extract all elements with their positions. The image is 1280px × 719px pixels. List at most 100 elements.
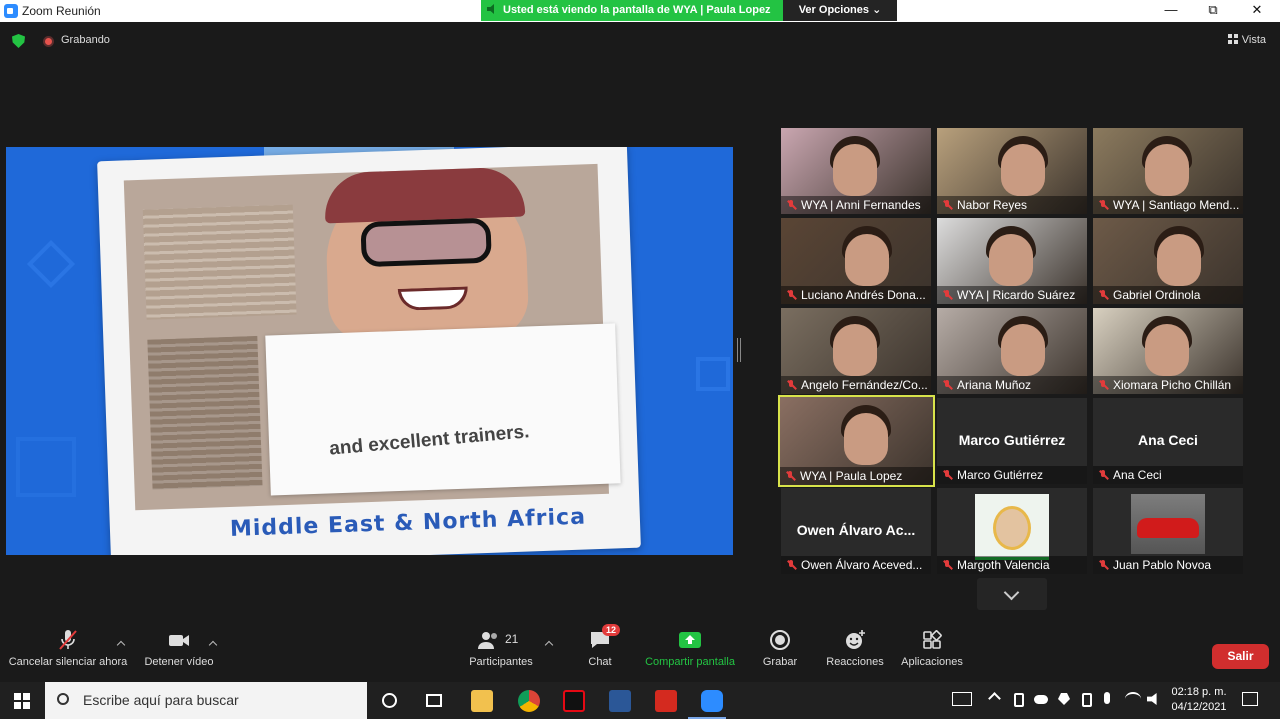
- participant-tile[interactable]: WYA | Anni Fernandes: [781, 128, 931, 214]
- window-shutter: [147, 335, 263, 490]
- participant-name: Juan Pablo Novoa: [1093, 556, 1243, 574]
- view-button[interactable]: Vista: [1227, 34, 1266, 46]
- participant-display-name: Ana Ceci: [1138, 432, 1198, 448]
- participant-tile[interactable]: Juan Pablo Novoa: [1093, 488, 1243, 574]
- beanie-hat: [323, 166, 526, 224]
- leave-button[interactable]: Salir: [1212, 644, 1269, 669]
- participant-name: WYA | Ricardo Suárez: [937, 286, 1087, 304]
- grid-icon: [1227, 34, 1238, 44]
- video-camera-icon: [169, 635, 189, 646]
- chat-label: Chat: [588, 656, 612, 668]
- netflix-icon[interactable]: [563, 690, 585, 712]
- share-screen-button[interactable]: Compartir pantalla: [643, 628, 737, 668]
- participant-face: [1145, 144, 1189, 196]
- shared-screen: and excellent trainers. Middle East & No…: [6, 147, 733, 555]
- close-window-button[interactable]: ✕: [1247, 2, 1267, 18]
- windows-taskbar: Escribe aquí para buscar 02:18 p. m. 04/…: [0, 682, 1280, 719]
- participant-name: Margoth Valencia: [937, 556, 1087, 574]
- avatar-face: [993, 506, 1031, 550]
- clock-time: 02:18 p. m.: [1171, 686, 1227, 698]
- windows-start-icon[interactable]: [14, 693, 30, 709]
- photo-frame: and excellent trainers. Middle East & No…: [97, 147, 641, 555]
- participant-name: Luciano Andrés Dona...: [781, 286, 931, 304]
- clock-date: 04/12/2021: [1171, 701, 1227, 713]
- stop-video-button[interactable]: Detener vídeo: [144, 628, 214, 668]
- participant-tile[interactable]: WYA | Ricardo Suárez: [937, 218, 1087, 304]
- panel-resize-handle[interactable]: [737, 338, 741, 362]
- participant-tile[interactable]: Gabriel Ordinola: [1093, 218, 1243, 304]
- mute-button[interactable]: Cancelar silenciar ahora: [8, 628, 128, 668]
- shared-photo: and excellent trainers.: [123, 163, 621, 511]
- view-options-button[interactable]: Ver Opciones ⌄: [783, 0, 897, 21]
- restore-button[interactable]: ⧉: [1203, 2, 1223, 18]
- decorative-square: [696, 357, 730, 391]
- zoom-taskbar-icon[interactable]: [701, 690, 723, 712]
- record-button[interactable]: Grabar: [760, 628, 800, 668]
- microphone-muted-icon: [1098, 380, 1108, 390]
- participant-face: [989, 234, 1033, 286]
- security-shield-icon[interactable]: [12, 34, 25, 48]
- participant-tile[interactable]: Margoth Valencia: [937, 488, 1087, 574]
- view-options-label: Ver Opciones: [798, 4, 870, 16]
- participant-tile[interactable]: Luciano Andrés Dona...: [781, 218, 931, 304]
- apps-label: Aplicaciones: [901, 656, 963, 668]
- task-view-icon[interactable]: [426, 694, 442, 707]
- recording-label[interactable]: Grabando: [61, 34, 110, 46]
- screen-share-banner: Usted está viendo la pantalla de WYA | P…: [481, 0, 897, 21]
- participant-tile[interactable]: WYA | Paula Lopez: [778, 395, 935, 487]
- chrome-icon[interactable]: [518, 690, 540, 712]
- race-car: [1137, 518, 1199, 538]
- usb-icon[interactable]: [1082, 693, 1092, 707]
- participants-icon: [478, 632, 497, 649]
- apps-button[interactable]: Aplicaciones: [900, 628, 964, 668]
- cortana-icon[interactable]: [382, 693, 397, 708]
- window-title: Zoom Reunión: [22, 4, 101, 18]
- device-icon[interactable]: [1014, 693, 1024, 707]
- participant-face: [844, 413, 888, 465]
- next-page-button[interactable]: [977, 578, 1047, 610]
- dropbox-icon[interactable]: [1058, 693, 1070, 705]
- microphone-muted-icon: [59, 630, 77, 650]
- clock[interactable]: 02:18 p. m. 04/12/2021: [1168, 685, 1230, 715]
- participant-tile[interactable]: WYA | Santiago Mend...: [1093, 128, 1243, 214]
- microphone-muted-icon: [786, 200, 796, 210]
- onedrive-icon[interactable]: [1034, 695, 1048, 704]
- show-hidden-icons-icon[interactable]: [988, 692, 1001, 705]
- taskbar-search-box[interactable]: Escribe aquí para buscar: [45, 682, 367, 719]
- participant-tile[interactable]: Owen Álvaro Ac... Owen Álvaro Aceved...: [781, 488, 931, 574]
- word-icon[interactable]: [609, 690, 631, 712]
- participant-face: [1145, 324, 1189, 376]
- microphone-muted-icon: [1098, 470, 1108, 480]
- participants-button[interactable]: 21 Participantes: [467, 628, 535, 668]
- participant-name: WYA | Paula Lopez: [780, 467, 933, 485]
- microphone-muted-icon: [1098, 560, 1108, 570]
- participant-tile[interactable]: Marco Gutiérrez Marco Gutiérrez: [937, 398, 1087, 484]
- wifi-icon[interactable]: [1125, 692, 1141, 706]
- participant-name: Gabriel Ordinola: [1093, 286, 1243, 304]
- file-explorer-icon[interactable]: [471, 690, 493, 712]
- minimize-button[interactable]: —: [1161, 2, 1181, 17]
- microphone-muted-icon: [942, 200, 952, 210]
- window-title-bar: Zoom Reunión Usted está viendo la pantal…: [0, 0, 1280, 22]
- stop-video-label: Detener vídeo: [144, 656, 214, 668]
- volume-icon[interactable]: [1147, 693, 1157, 705]
- participants-options-caret-icon[interactable]: [544, 640, 554, 650]
- recording-icon: [43, 36, 54, 47]
- participant-tile[interactable]: Ariana Muñoz: [937, 308, 1087, 394]
- participant-avatar: [1131, 494, 1205, 554]
- acrobat-icon[interactable]: [655, 690, 677, 712]
- participant-tile[interactable]: Nabor Reyes: [937, 128, 1087, 214]
- notifications-icon[interactable]: [1242, 692, 1258, 706]
- participant-display-name: Owen Álvaro Ac...: [796, 522, 916, 538]
- participant-tile[interactable]: Ana Ceci Ana Ceci: [1093, 398, 1243, 484]
- sign-text: and excellent trainers.: [328, 421, 531, 460]
- keyboard-icon[interactable]: [952, 692, 972, 706]
- participant-tile[interactable]: Xiomara Picho Chillán: [1093, 308, 1243, 394]
- reactions-button[interactable]: Reacciones: [826, 628, 884, 668]
- microphone-muted-icon: [786, 290, 796, 300]
- participant-tile[interactable]: Angelo Fernández/Co...: [781, 308, 931, 394]
- participants-label: Participantes: [469, 656, 533, 668]
- share-status: Usted está viendo la pantalla de WYA | P…: [481, 0, 783, 21]
- microphone-tray-icon[interactable]: [1104, 692, 1110, 704]
- chat-button[interactable]: 12 Chat: [580, 624, 621, 668]
